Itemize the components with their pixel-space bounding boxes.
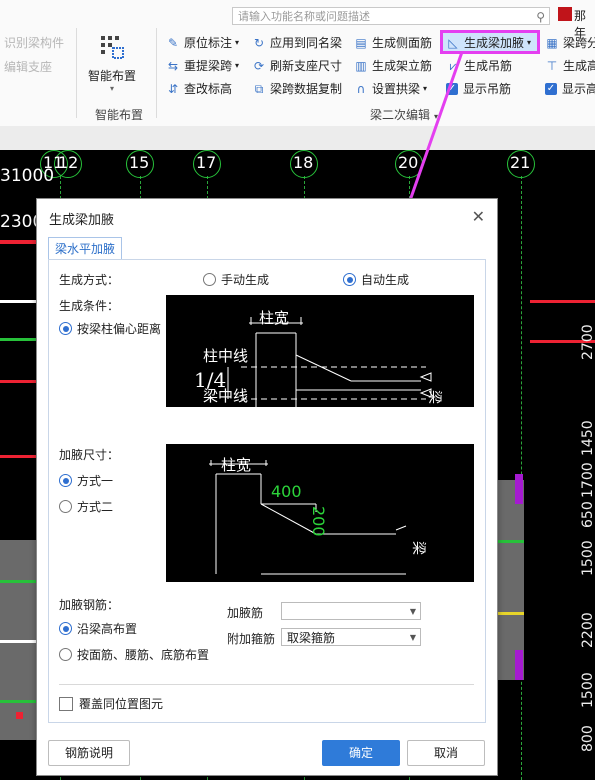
rebar-by-type-radio[interactable]: 按面筋、腰筋、底筋布置 [59,646,209,663]
size-diagram: 柱宽 400 200 梁 [166,444,474,582]
radio-selected-icon [59,322,72,335]
stirrup-select[interactable]: 取梁箍筋 ▼ [281,628,421,646]
dim-200-label: 200 [309,506,328,537]
rebar-help-button[interactable]: 钢筋说明 [48,740,130,766]
haunch-bar-label: 加腋筋 [227,606,264,620]
dropdown-arrow-icon: ▼ [409,607,416,616]
tab-horizontal-haunch[interactable]: 梁水平加腋 [48,237,122,260]
mode-manual-radio[interactable]: 手动生成 [203,271,269,288]
rebar-along-height-radio[interactable]: 沿梁高布置 [59,620,137,637]
cancel-button[interactable]: 取消 [407,740,485,766]
tab-panel: 生成方式： 手动生成 自动生成 生成条件： 按梁柱偏心距离 柱宽 柱中线 1/4… [48,259,486,723]
radio-selected-icon [343,273,356,286]
stirrup-label: 附加箍筋 [227,632,276,646]
mode-auto-radio[interactable]: 自动生成 [343,271,409,288]
beam-label: 梁 [410,541,426,555]
rebar-label: 加腋钢筋： [59,598,120,612]
radio-selected-icon [59,474,72,487]
overwrite-checkbox[interactable]: 覆盖同位置图元 [59,695,163,712]
radio-icon [203,273,216,286]
close-icon[interactable]: ✕ [472,207,485,226]
beam-center-label: 梁中线 [203,387,249,405]
size-method1-radio[interactable]: 方式一 [59,472,113,489]
dropdown-arrow-icon: ▼ [409,633,416,642]
dialog-title: 生成梁加腋 [49,213,115,228]
gen-mode-label: 生成方式： [59,273,120,287]
condition-diagram: 柱宽 柱中线 1/4 梁中线 梁 [166,295,474,407]
radio-icon [59,648,72,661]
checkbox-icon [59,696,73,711]
size-method2-radio[interactable]: 方式二 [59,498,113,515]
haunch-size-label: 加腋尺寸： [59,448,120,462]
col-width-label: 柱宽 [221,456,252,474]
ok-button[interactable]: 确定 [322,740,400,766]
gen-cond-label: 生成条件： [59,299,120,313]
beam-label: 梁 [426,390,442,404]
dim-400-label: 400 [271,482,302,501]
radio-selected-icon [59,622,72,635]
radio-icon [59,500,72,513]
col-width-label: 柱宽 [259,309,290,327]
cond-eccentric-radio[interactable]: 按梁柱偏心距离 [59,320,161,337]
col-center-label: 柱中线 [203,347,249,365]
haunch-bar-select[interactable]: ▼ [281,602,421,620]
beam-haunch-dialog: 生成梁加腋 ✕ 梁水平加腋 生成方式： 手动生成 自动生成 生成条件： 按梁柱偏… [36,198,498,776]
divider [59,684,474,685]
